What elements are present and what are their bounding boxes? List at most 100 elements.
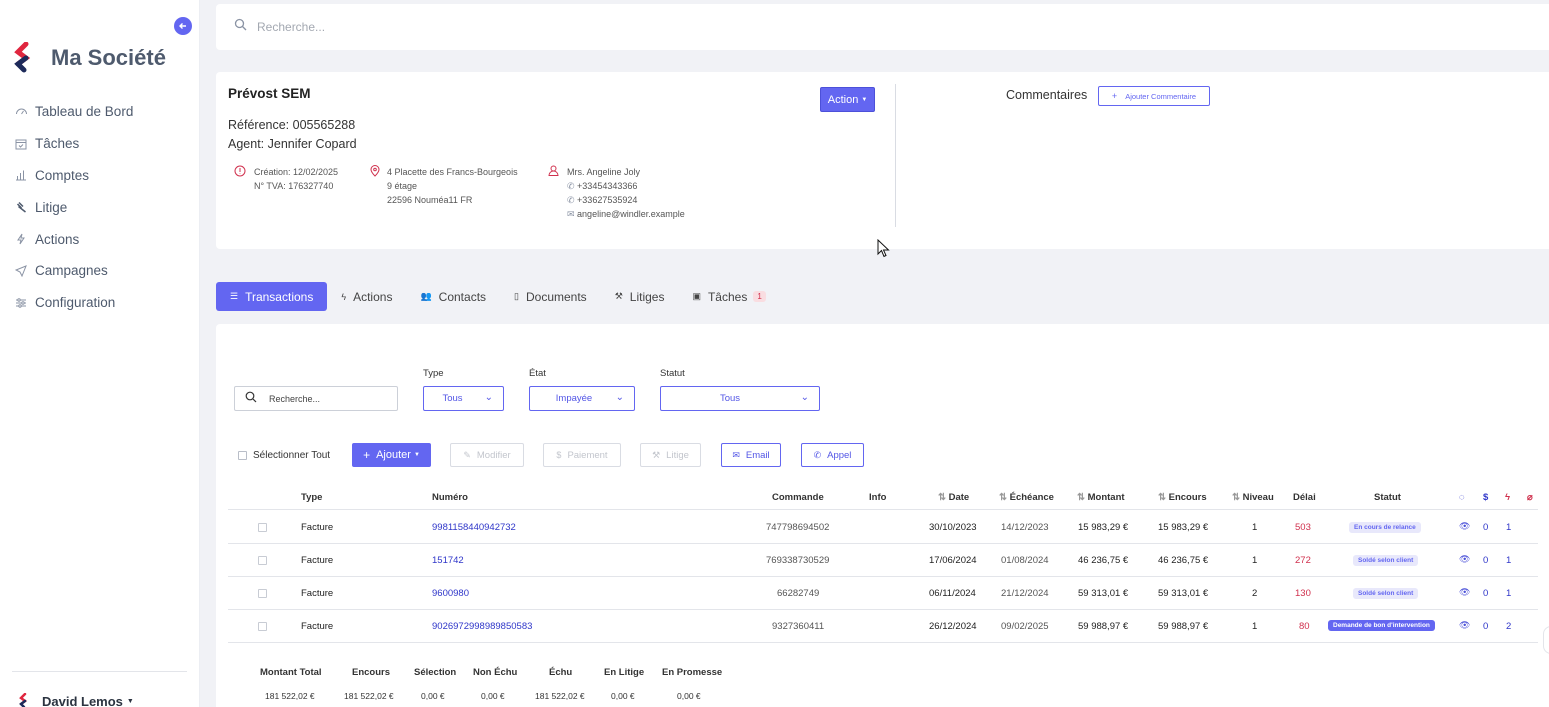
cell-count-1: 0 <box>1483 555 1489 566</box>
col-echeance[interactable]: ⇅ Échéance <box>999 492 1054 503</box>
comment-icon[interactable]: ◌ <box>1459 492 1465 503</box>
tab-litiges[interactable]: ⚒ Litiges <box>601 282 679 311</box>
col-commande[interactable]: Commande <box>772 492 824 503</box>
col-info[interactable]: Info <box>869 492 886 503</box>
etat-filter-select[interactable]: Impayée ⌄ <box>529 386 635 411</box>
contact-phone-1[interactable]: ✆ +33454343366 <box>567 179 685 193</box>
etat-filter-label: État <box>529 368 546 379</box>
email-button[interactable]: ✉ Email <box>721 443 781 467</box>
global-search-input[interactable] <box>257 20 557 34</box>
sidebar-item-tasks[interactable]: Tâches <box>14 128 133 160</box>
plus-icon: + <box>1111 91 1118 101</box>
user-menu[interactable]: David Lemos ▼ <box>18 693 134 707</box>
gavel-icon <box>14 200 28 214</box>
cell-encours: 59 313,01 € <box>1158 588 1209 599</box>
client-reference: Référence: 005565288 <box>228 118 356 132</box>
action-dropdown-button[interactable]: Action ▼ <box>820 87 875 112</box>
add-comment-button[interactable]: + Ajouter Commentaire <box>1098 86 1210 106</box>
eye-icon[interactable]: 👁 <box>1459 620 1470 631</box>
cell-echeance: 14/12/2023 <box>1001 522 1049 533</box>
row-checkbox[interactable] <box>258 622 267 631</box>
sidebar-item-label: Tableau de Bord <box>35 104 134 120</box>
col-date[interactable]: ⇅ Date <box>938 492 969 503</box>
sidebar-item-dashboard[interactable]: Tableau de Bord <box>14 96 133 128</box>
total-value-promesse: 0,00 € <box>677 691 701 701</box>
plus-icon: + <box>363 448 371 462</box>
sidebar-item-accounts[interactable]: Comptes <box>14 160 133 192</box>
row-checkbox[interactable] <box>258 589 267 598</box>
total-label-non-echu: Non Échu <box>473 667 518 678</box>
sidebar-item-configuration[interactable]: Configuration <box>14 287 133 319</box>
total-value-non-echu: 0,00 € <box>481 691 505 701</box>
col-delai[interactable]: Délai <box>1293 492 1316 503</box>
total-value-echu: 181 522,02 € <box>535 691 585 701</box>
status-badge: En cours de relance <box>1349 522 1421 533</box>
dollar-icon[interactable]: $ <box>1483 492 1488 503</box>
cell-count-2: 1 <box>1506 522 1512 533</box>
sort-icon: ⇅ <box>1158 492 1166 503</box>
sidebar-item-label: Comptes <box>35 167 90 183</box>
call-button[interactable]: ✆ Appel <box>801 443 864 467</box>
contact-phone-2[interactable]: ✆ +33627535924 <box>567 193 685 207</box>
sidebar-item-dispute[interactable]: Litige <box>14 191 133 223</box>
select-all-checkbox[interactable] <box>238 451 247 460</box>
collapse-sidebar-icon[interactable] <box>174 17 192 35</box>
cell-numero-link[interactable]: 9981158440942732 <box>432 522 516 533</box>
phone-icon: ✆ <box>567 181 578 191</box>
transactions-search-input[interactable] <box>269 393 389 404</box>
table-row[interactable]: Facture 9981158440942732 747798694502 30… <box>228 511 1538 544</box>
table-row[interactable]: Facture 9600980 66282749 06/11/2024 21/1… <box>228 577 1538 610</box>
statut-filter-select[interactable]: Tous ⌄ <box>660 386 820 411</box>
modify-button[interactable]: ✎ Modifier <box>450 443 524 467</box>
mail-icon: ✉ <box>567 209 578 219</box>
card-divider <box>895 84 896 227</box>
tab-contacts[interactable]: 👥 Contacts <box>406 282 500 311</box>
table-row[interactable]: Facture 151742 769338730529 17/06/2024 0… <box>228 544 1538 577</box>
mouse-cursor-icon <box>877 239 890 258</box>
sidebar-item-actions[interactable]: Actions <box>14 223 133 255</box>
tab-documents[interactable]: ▯ Documents <box>500 282 601 311</box>
sort-icon: ⇅ <box>1077 492 1085 503</box>
tab-actions[interactable]: ϟ Actions <box>327 282 406 311</box>
cell-niveau: 1 <box>1252 555 1258 566</box>
scroll-handle[interactable] <box>1543 626 1549 654</box>
cell-type: Facture <box>301 621 334 632</box>
info-circle-icon <box>234 165 246 177</box>
cell-delai: 130 <box>1295 588 1311 599</box>
col-statut[interactable]: Statut <box>1374 492 1401 503</box>
col-type[interactable]: Type <box>301 492 322 503</box>
type-filter-select[interactable]: Tous ⌄ <box>423 386 504 411</box>
col-niveau[interactable]: ⇅ Niveau <box>1232 492 1274 503</box>
contact-email[interactable]: ✉ angeline@windler.example <box>567 207 685 221</box>
address-info: 4 Placette des Francs-Bourgeois 9 étage … <box>387 165 518 207</box>
eye-icon[interactable]: 👁 <box>1459 554 1470 565</box>
eye-icon[interactable]: 👁 <box>1459 521 1470 532</box>
brand[interactable]: Ma Société <box>12 42 166 74</box>
payment-button[interactable]: $ Paiement <box>543 443 621 467</box>
address-line-2: 9 étage <box>387 181 418 191</box>
paperclip-icon[interactable]: ⌀ <box>1527 492 1533 503</box>
sort-icon: ⇅ <box>999 492 1007 503</box>
task-count-badge: 1 <box>753 291 766 302</box>
row-checkbox[interactable] <box>258 556 267 565</box>
cell-montant: 59 988,97 € <box>1078 621 1129 632</box>
cell-echeance: 09/02/2025 <box>1001 621 1049 632</box>
eye-icon[interactable]: 👁 <box>1459 587 1470 598</box>
cell-numero-link[interactable]: 9026972998989850583 <box>432 621 532 632</box>
row-checkbox[interactable] <box>258 523 267 532</box>
cell-numero-link[interactable]: 151742 <box>432 555 464 566</box>
cell-numero-link[interactable]: 9600980 <box>432 588 469 599</box>
transactions-search <box>234 386 398 411</box>
sidebar-item-campaigns[interactable]: Campagnes <box>14 255 133 287</box>
add-button[interactable]: + Ajouter ▼ <box>352 443 431 467</box>
tab-transactions[interactable]: ☰ Transactions <box>216 282 328 311</box>
tab-taches[interactable]: ▣ Tâches 1 <box>678 282 779 311</box>
col-encours[interactable]: ⇅ Encours <box>1158 492 1207 503</box>
dispute-button[interactable]: ⚒ Litige <box>640 443 701 467</box>
cell-encours: 46 236,75 € <box>1158 555 1209 566</box>
creation-info: Création: 12/02/2025 N° TVA: 176327740 <box>254 165 338 193</box>
promise-icon[interactable]: ϟ <box>1505 492 1510 503</box>
table-row[interactable]: Facture 9026972998989850583 9327360411 2… <box>228 610 1538 643</box>
col-montant[interactable]: ⇅ Montant <box>1077 492 1125 503</box>
col-numero[interactable]: Numéro <box>432 492 468 503</box>
